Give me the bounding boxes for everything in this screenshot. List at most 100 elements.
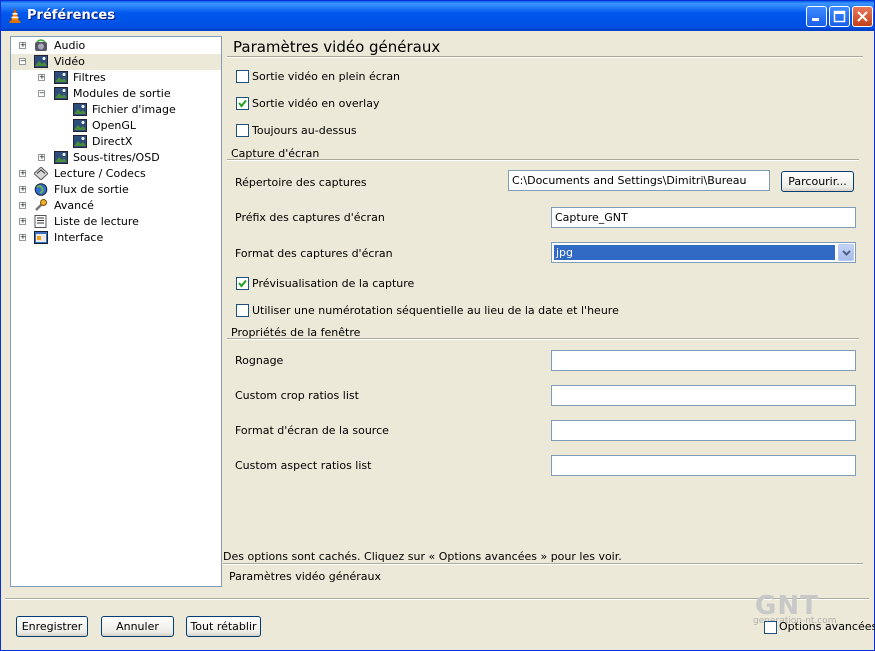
checkmark-icon [238, 99, 247, 108]
aspect-input[interactable] [551, 420, 856, 441]
snapshot-preview-label: Prévisualisation de la capture [252, 277, 415, 290]
reset-all-button[interactable]: Tout rétablir [186, 616, 261, 637]
maximize-icon [833, 10, 846, 23]
video-icon [73, 119, 87, 132]
tree-item-image-file[interactable]: Fichier d'image [11, 102, 221, 118]
expand-toggle[interactable]: + [19, 170, 26, 177]
snapshot-preview-checkbox[interactable] [236, 277, 249, 290]
video-icon [73, 135, 87, 148]
globe-icon [34, 183, 48, 196]
tree-item-playlist[interactable]: + Liste de lecture [11, 214, 221, 230]
fullscreen-checkbox[interactable] [236, 70, 249, 83]
expand-toggle[interactable]: + [19, 234, 26, 241]
video-icon [54, 71, 68, 84]
snapshot-prefix-label: Préfix des captures d'écran [235, 211, 385, 224]
tree-item-label: Liste de lecture [54, 215, 139, 228]
crop-label: Rognage [235, 354, 284, 367]
save-button[interactable]: Enregistrer [16, 616, 88, 637]
always-on-top-label: Toujours au-dessus [252, 124, 357, 137]
panel-footer-title: Paramètres vidéo généraux [229, 570, 381, 583]
tree-item-directx[interactable]: DirectX [11, 134, 221, 150]
snapshot-divider [227, 159, 859, 161]
tree-item-advanced[interactable]: + Avancé [11, 198, 221, 214]
tree-item-stream-output[interactable]: + Flux de sortie [11, 182, 221, 198]
video-icon [54, 151, 68, 164]
note-divider [223, 563, 863, 565]
always-on-top-checkbox[interactable] [236, 124, 249, 137]
tree-item-label: Vidéo [52, 55, 87, 68]
advanced-options-checkbox[interactable] [764, 621, 777, 634]
vlc-cone-icon [9, 8, 21, 23]
footer-divider [5, 598, 869, 600]
expand-toggle[interactable]: + [19, 186, 26, 193]
chevron-down-icon [842, 250, 851, 256]
playlist-icon [34, 215, 47, 228]
collapse-toggle[interactable]: − [19, 58, 26, 65]
tree-item-label: Fichier d'image [92, 103, 176, 116]
heading-divider [227, 56, 863, 58]
cancel-button[interactable]: Annuler [101, 616, 174, 637]
tree-item-label: Filtres [73, 71, 106, 84]
tree-item-label: OpenGL [92, 119, 137, 132]
snapshot-dir-label: Répertoire des captures [235, 176, 367, 189]
wrench-icon [35, 199, 47, 211]
crop-input[interactable] [551, 350, 856, 371]
fullscreen-label: Sortie vidéo en plein écran [252, 70, 401, 83]
maximize-button[interactable] [829, 6, 850, 27]
snapshot-prefix-input[interactable]: Capture_GNT [551, 207, 856, 228]
aspect-ratios-input[interactable] [551, 455, 856, 476]
snapshot-format-select[interactable]: jpg [551, 242, 856, 263]
aspect-ratios-label: Custom aspect ratios list [235, 459, 372, 472]
expand-toggle[interactable]: + [19, 218, 26, 225]
close-button[interactable] [852, 6, 873, 27]
tree-item-opengl[interactable]: OpenGL [11, 118, 221, 134]
speaker-icon [35, 39, 47, 51]
tree-item-label: Lecture / Codecs [54, 167, 146, 180]
preferences-window: Préférences + Audio − Vidéo + Filtres − [0, 0, 875, 651]
video-icon [73, 103, 87, 116]
tree-item-playback-codecs[interactable]: + Lecture / Codecs [11, 166, 221, 182]
category-tree[interactable]: + Audio − Vidéo + Filtres − Modules de s… [10, 36, 222, 587]
tree-item-audio[interactable]: + Audio [11, 38, 221, 54]
tree-item-label: Sous-titres/OSD [73, 151, 160, 164]
snapshot-dir-input[interactable]: C:\Documents and Settings\Dimitri\Bureau [508, 170, 770, 191]
crop-ratios-input[interactable] [551, 385, 856, 406]
browse-button[interactable]: Parcourir... [781, 171, 854, 192]
tree-item-label: Modules de sortie [73, 87, 171, 100]
overlay-checkbox[interactable] [236, 97, 249, 110]
tree-item-output-modules[interactable]: − Modules de sortie [11, 86, 221, 102]
hidden-options-note: Des options sont cachés. Cliquez sur « O… [223, 550, 622, 563]
checkmark-icon [238, 279, 247, 288]
minimize-button[interactable] [806, 6, 827, 27]
title-bar[interactable]: Préférences [1, 1, 874, 31]
tree-item-filters[interactable]: + Filtres [11, 70, 221, 86]
dropdown-button[interactable] [838, 244, 854, 261]
expand-toggle[interactable]: + [38, 154, 45, 161]
advanced-options-label: Options avancées [779, 620, 875, 633]
tree-item-label: Interface [54, 231, 104, 244]
tree-item-video[interactable]: − Vidéo [11, 54, 221, 70]
collapse-toggle[interactable]: − [38, 90, 45, 97]
panel-heading: Paramètres vidéo généraux [233, 38, 441, 56]
minimize-icon [812, 18, 819, 21]
expand-toggle[interactable]: + [38, 74, 45, 81]
window-divider [227, 338, 859, 340]
tree-item-label: Avancé [54, 199, 94, 212]
snapshot-sequential-checkbox[interactable] [236, 304, 249, 317]
codec-icon [34, 167, 48, 180]
window-title: Préférences [27, 8, 115, 23]
tree-item-subtitles[interactable]: + Sous-titres/OSD [11, 150, 221, 166]
aspect-label: Format d'écran de la source [235, 424, 389, 437]
snapshot-format-value: jpg [554, 245, 835, 260]
expand-toggle[interactable]: + [19, 42, 26, 49]
close-icon [857, 11, 868, 22]
tree-item-label: Audio [54, 39, 86, 52]
video-icon [54, 87, 68, 100]
tree-item-interface[interactable]: + Interface [11, 230, 221, 246]
expand-toggle[interactable]: + [19, 202, 26, 209]
overlay-label: Sortie vidéo en overlay [252, 97, 380, 110]
video-icon [34, 55, 48, 68]
interface-icon [34, 231, 48, 244]
crop-ratios-label: Custom crop ratios list [235, 389, 359, 402]
snapshot-format-label: Format des captures d'écran [235, 247, 393, 260]
